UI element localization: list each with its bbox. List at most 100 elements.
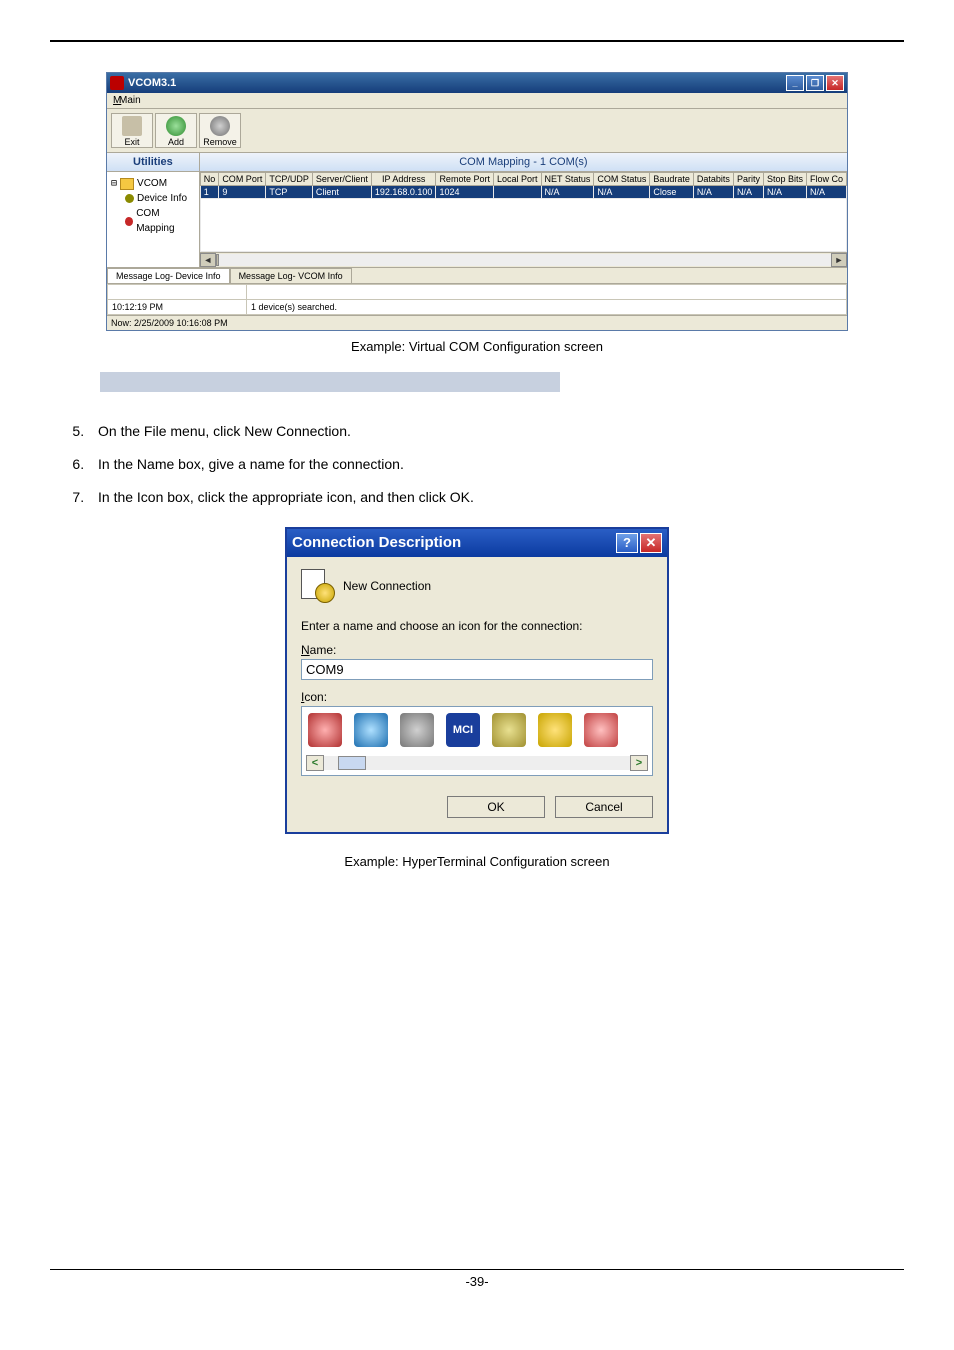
step-7: In the Icon box, click the appropriate i… [88, 488, 904, 507]
col-no[interactable]: No [200, 173, 219, 186]
cell-no: 1 [200, 186, 219, 199]
col-parity[interactable]: Parity [733, 173, 763, 186]
vcom-app-icon [110, 76, 124, 90]
log-time: 10:12:19 PM [108, 300, 247, 315]
grid-empty [200, 199, 846, 252]
dialog-help-button[interactable]: ? [616, 533, 638, 553]
cell-remote-port: 1024 [436, 186, 494, 199]
statusbar: Now: 2/25/2009 10:16:08 PM [107, 315, 847, 330]
icon-option-4[interactable]: MCI [446, 713, 480, 747]
col-baudrate[interactable]: Baudrate [650, 173, 694, 186]
caption-hyperterminal: Example: HyperTerminal Configuration scr… [50, 854, 904, 869]
tree-root[interactable]: ⊟ VCOM [111, 176, 195, 191]
log-empty-time [108, 285, 247, 300]
vcom-menubar[interactable]: MMain [107, 93, 847, 109]
page-number: -39- [50, 1274, 904, 1289]
icon-option-6[interactable] [538, 713, 572, 747]
col-local-port[interactable]: Local Port [493, 173, 541, 186]
icon-scrollbar[interactable]: < > [306, 755, 648, 771]
cancel-button[interactable]: Cancel [555, 796, 653, 818]
icon-scroll-track[interactable] [324, 756, 630, 770]
dialog-title: Connection Description [292, 534, 461, 551]
cell-flow: N/A [806, 186, 846, 199]
grid-hscroll[interactable]: ◄ ► [200, 252, 847, 267]
cell-comport: 9 [219, 186, 266, 199]
cell-ip: 192.168.0.100 [371, 186, 436, 199]
toolbar-add-label: Add [156, 137, 196, 147]
icon-scroll-thumb[interactable] [338, 756, 366, 770]
dialog-titlebar: Connection Description ? ✕ [287, 529, 667, 557]
tree: ⊟ VCOM Device Info COM Mapping [107, 172, 199, 240]
scroll-track[interactable] [216, 254, 831, 266]
maximize-button[interactable]: ❐ [806, 75, 824, 91]
cell-com-status: N/A [594, 186, 650, 199]
step-5: On the File menu, click New Connection. [88, 422, 904, 441]
icon-scroll-right[interactable]: > [630, 755, 648, 771]
icon-option-5[interactable] [492, 713, 526, 747]
tab-vcom-info[interactable]: Message Log- VCOM Info [230, 268, 352, 283]
col-ip[interactable]: IP Address [371, 173, 436, 186]
col-com-status[interactable]: COM Status [594, 173, 650, 186]
vcom-titlebar: VCOM3.1 _ ❐ ✕ [107, 73, 847, 93]
close-button[interactable]: ✕ [826, 75, 844, 91]
icon-picker: MCI < > [301, 706, 653, 776]
col-net-status[interactable]: NET Status [541, 173, 594, 186]
log-tabs: Message Log- Device Info Message Log- VC… [107, 267, 847, 283]
add-icon [166, 116, 186, 136]
folder-icon [120, 178, 134, 190]
tree-com-mapping[interactable]: COM Mapping [111, 206, 195, 236]
col-databits[interactable]: Databits [693, 173, 733, 186]
device-info-icon [125, 194, 134, 203]
icon-scroll-left[interactable]: < [306, 755, 324, 771]
icon-mci-label: MCI [446, 713, 480, 747]
tree-root-label: VCOM [137, 176, 167, 191]
col-serverclient[interactable]: Server/Client [312, 173, 371, 186]
scroll-thumb[interactable] [216, 254, 219, 266]
cell-databits: N/A [693, 186, 733, 199]
vcom-window: VCOM3.1 _ ❐ ✕ MMain Exit Add Remove [106, 72, 848, 331]
cell-baudrate: Close [650, 186, 694, 199]
log-panel: 10:12:19 PM 1 device(s) searched. [107, 283, 847, 315]
tab-device-info[interactable]: Message Log- Device Info [107, 268, 230, 283]
ok-button[interactable]: OK [447, 796, 545, 818]
caption-vcom: Example: Virtual COM Configuration scree… [50, 339, 904, 354]
col-stopbits[interactable]: Stop Bits [763, 173, 806, 186]
cell-tcpudp: TCP [266, 186, 313, 199]
icon-option-2[interactable] [354, 713, 388, 747]
tree-device-info[interactable]: Device Info [111, 191, 195, 206]
steps-list: On the File menu, click New Connection. … [50, 422, 904, 507]
col-remote-port[interactable]: Remote Port [436, 173, 494, 186]
sidebar-header: Utilities [107, 153, 199, 172]
icon-option-3[interactable] [400, 713, 434, 747]
minimize-button[interactable]: _ [786, 75, 804, 91]
connection-dialog: Connection Description ? ✕ New Connectio… [285, 527, 669, 834]
icon-label: Icon: [301, 690, 653, 704]
log-empty-msg [247, 285, 847, 300]
scroll-left-icon[interactable]: ◄ [200, 253, 216, 267]
toolbar-add[interactable]: Add [155, 113, 197, 148]
cell-stopbits: N/A [763, 186, 806, 199]
vcom-sidebar: Utilities ⊟ VCOM Device Info COM Mapping [107, 153, 200, 267]
step-6: In the Name box, give a name for the con… [88, 455, 904, 474]
name-input[interactable] [301, 659, 653, 680]
dialog-prompt: Enter a name and choose an icon for the … [301, 619, 653, 633]
scroll-right-icon[interactable]: ► [831, 253, 847, 267]
col-flow[interactable]: Flow Co [806, 173, 846, 186]
toolbar-exit[interactable]: Exit [111, 113, 153, 148]
grid: No COM Port TCP/UDP Server/Client IP Add… [200, 172, 847, 267]
icon-option-7[interactable] [584, 713, 618, 747]
col-tcpudp[interactable]: TCP/UDP [266, 173, 313, 186]
col-comport[interactable]: COM Port [219, 173, 266, 186]
grid-row-1[interactable]: 1 9 TCP Client 192.168.0.100 1024 N/A N/… [200, 186, 846, 199]
dialog-close-button[interactable]: ✕ [640, 533, 662, 553]
tree-device-info-label: Device Info [137, 191, 187, 206]
menu-main[interactable]: Main [119, 95, 141, 106]
blue-bar [100, 372, 560, 392]
exit-icon [122, 116, 142, 136]
remove-icon [210, 116, 230, 136]
toolbar-remove[interactable]: Remove [199, 113, 241, 148]
footer-rule [50, 1269, 904, 1270]
main-header: COM Mapping - 1 COM(s) [200, 153, 847, 172]
top-rule [50, 40, 904, 42]
icon-option-1[interactable] [308, 713, 342, 747]
